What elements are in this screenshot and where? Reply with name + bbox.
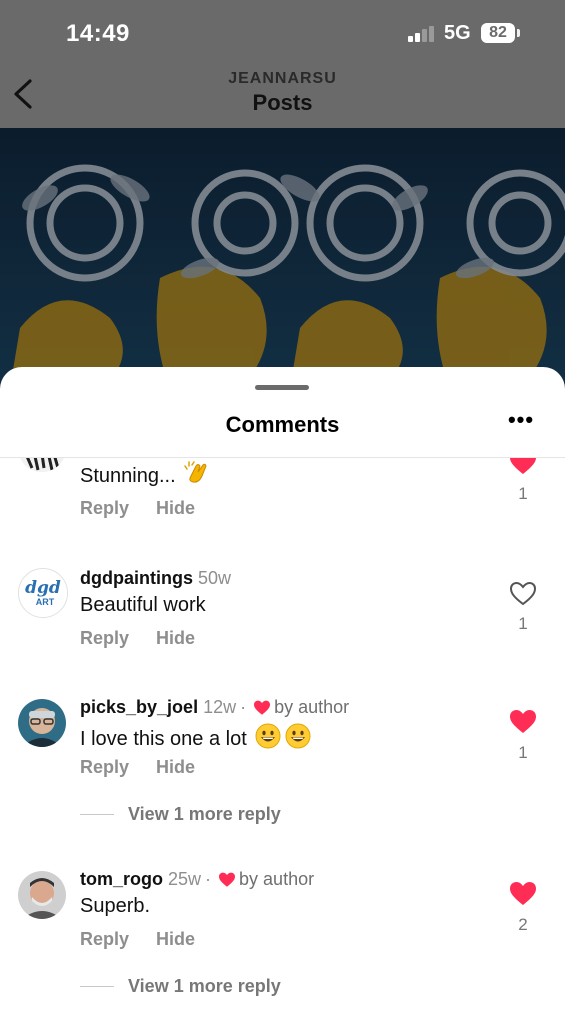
hide-button[interactable]: Hide [156,929,195,949]
comment-actions: Reply Hide [80,628,217,649]
heart-filled-icon[interactable] [509,709,537,735]
comment-username[interactable]: dgdpaintings [80,568,193,589]
reply-button[interactable]: Reply [80,628,129,648]
comment-time: 12w [203,697,237,717]
battery-tip [517,29,520,37]
comment-meta: tom_rogo 25w · by author [80,869,314,890]
reply-button[interactable]: Reply [80,498,129,518]
status-time: 14:49 [66,20,130,47]
comment-item: Stunning... Reply Hide 1 [0,458,565,570]
avatar-image [18,458,66,472]
avatar[interactable] [18,871,66,919]
reply-button[interactable]: Reply [80,757,129,777]
svg-text:ART: ART [36,597,55,607]
avatar-image [18,699,66,747]
reply-thread-line [80,814,114,815]
hide-button[interactable]: Hide [156,498,195,518]
by-author-label: by author [274,697,350,717]
comments-list: Stunning... Reply Hide 1 dgd ART dgdpain… [0,458,565,1023]
header-bar: JEANNARSU Posts [0,64,565,128]
liked-by-author-heart-icon [254,700,271,715]
hide-button[interactable]: Hide [156,628,195,648]
comment-time: 25w [168,869,202,889]
comment-text: I love this one a lot [80,723,311,755]
like-count: 1 [518,484,528,503]
more-options-icon[interactable]: ••• [506,409,536,436]
status-bar: 14:49 5G 82 [0,0,565,64]
comment-text: Superb. [80,895,151,917]
network-type: 5G [444,22,471,44]
comment-meta: dgdpaintings 50w [80,568,231,589]
svg-text:dgd: dgd [25,578,61,598]
like-count: 2 [518,915,528,934]
comment-actions: Reply Hide [80,757,217,778]
post-image[interactable] [0,128,565,388]
clapping-hands-icon [183,460,210,492]
avatar[interactable] [18,458,66,472]
reply-thread-line [80,986,114,987]
comments-sheet: Comments ••• Stunning... Reply Hide 1 dg… [0,367,565,1023]
avatar[interactable] [18,699,66,747]
view-more-replies-button[interactable]: View 1 more reply [80,804,281,825]
comment-actions: Reply Hide [80,929,217,950]
chrysanthemum-artwork [0,128,565,388]
sheet-drag-handle[interactable] [255,385,309,390]
dimmed-post-area: 14:49 5G 82 JEANNARSU Posts [0,0,565,400]
comment-text: Stunning... [80,460,210,492]
meta-separator: · [240,697,247,717]
avatar-image: dgd ART [19,569,67,617]
hide-button[interactable]: Hide [156,757,195,777]
comment-username[interactable]: picks_by_joel [80,697,198,718]
view-more-replies-button[interactable]: View 1 more reply [80,976,281,997]
heart-outline-icon[interactable] [509,581,537,607]
grinning-face-icon [285,723,311,755]
cell-signal-icon [408,26,434,42]
by-author-label: by author [239,869,315,889]
comment-meta: picks_by_joel 12w · by author [80,697,349,718]
meta-separator: · [205,869,212,889]
header-username: JEANNARSU [228,70,337,87]
sheet-title: Comments [225,412,340,437]
comment-actions: Reply Hide [80,498,217,519]
comment-item: tom_rogo 25w · by author Superb. Reply H… [0,869,565,996]
heart-filled-icon[interactable] [509,881,537,907]
battery-icon: 82 [481,23,515,43]
avatar[interactable]: dgd ART [18,568,68,618]
comment-text: Beautiful work [80,594,206,616]
page-title: Posts [252,90,313,115]
comment-username[interactable]: tom_rogo [80,869,163,890]
comment-item: dgd ART dgdpaintings 50w Beautiful work … [0,568,565,688]
like-count: 1 [518,614,528,633]
avatar-image [18,871,66,919]
like-count: 1 [518,743,528,762]
comment-time: 50w [197,568,232,588]
grinning-face-icon [255,723,281,755]
reply-button[interactable]: Reply [80,929,129,949]
heart-filled-icon[interactable] [509,458,537,476]
comment-item: picks_by_joel 12w · by author I love thi… [0,697,565,824]
liked-by-author-heart-icon [219,872,236,887]
